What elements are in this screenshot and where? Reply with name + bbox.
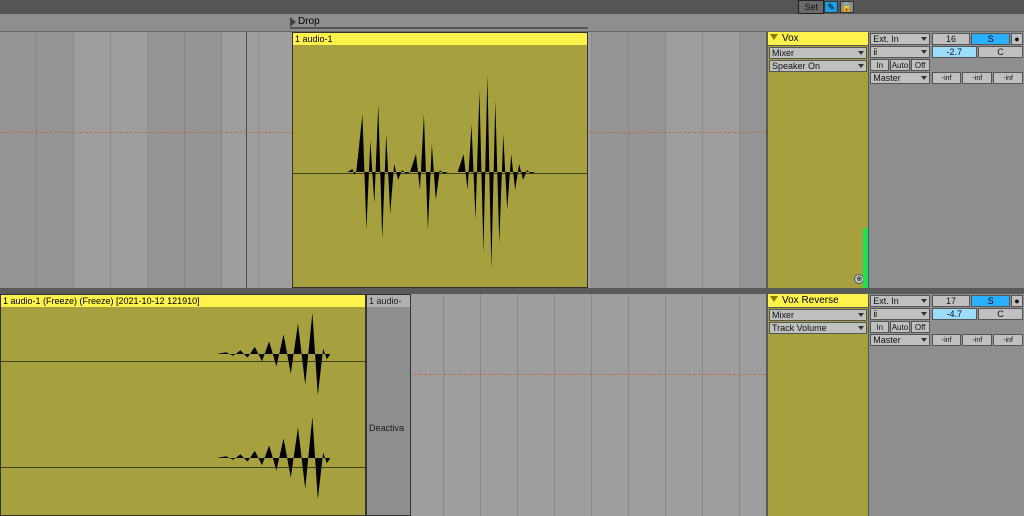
locator-drop[interactable]: Drop (290, 16, 320, 27)
record-arm-button[interactable]: ● (1011, 33, 1023, 45)
solo-button[interactable]: S (971, 295, 1010, 307)
sends-row[interactable]: -inf-inf-inf (932, 334, 1023, 346)
track-title[interactable]: Vox (768, 32, 868, 46)
monitor-dropdown[interactable]: Mixer (769, 309, 867, 321)
track-name: Vox Reverse (782, 295, 839, 306)
solo-button[interactable]: S (971, 33, 1010, 45)
monitor-toggle[interactable]: InAutoOff (870, 59, 930, 71)
locator-label: Drop (298, 16, 320, 27)
track-panel-vox-reverse: Vox Reverse Mixer Track Volume Ext. In ⅱ… (766, 294, 1024, 516)
locator-flag-icon (290, 17, 296, 27)
clip-header[interactable]: 1 audio- (367, 295, 410, 307)
set-button[interactable]: Set (798, 0, 824, 14)
automation-dropdown[interactable]: Speaker On (769, 60, 867, 72)
arrangement-lane-vox[interactable]: 1 audio-1 (0, 32, 766, 288)
track-name: Vox (782, 33, 799, 44)
app-toolbar: Set ✎ 🔒 (0, 0, 1024, 14)
pan-value[interactable]: C (978, 46, 1023, 58)
monitor-toggle[interactable]: InAutoOff (870, 321, 930, 333)
track-number: 17 (932, 295, 971, 307)
locator-bar[interactable]: Drop (0, 14, 1024, 32)
pan-value[interactable]: C (978, 308, 1023, 320)
output-dropdown[interactable]: Master (870, 334, 930, 346)
clip-header[interactable]: 1 audio-1 (Freeze) (Freeze) [2021-10-12 … (1, 295, 365, 307)
fold-track-icon[interactable] (770, 296, 778, 302)
volume-value[interactable]: -2.7 (932, 46, 977, 58)
clip-vox[interactable]: 1 audio-1 (292, 32, 588, 288)
waveform-right-icon (1, 413, 330, 503)
track-number: 16 (932, 33, 971, 45)
track-title[interactable]: Vox Reverse (768, 294, 868, 308)
deactivated-label: Deactiva (369, 423, 404, 433)
volume-value[interactable]: -4.7 (932, 308, 977, 320)
sends-row[interactable]: -inf-inf-inf (932, 72, 1023, 84)
clip-freeze[interactable]: 1 audio-1 (Freeze) (Freeze) [2021-10-12 … (0, 294, 366, 516)
record-arm-button[interactable]: ● (1011, 295, 1023, 307)
waveform-left-icon (1, 309, 330, 399)
input-type-dropdown[interactable]: Ext. In (870, 33, 930, 45)
clip-deactivated[interactable]: 1 audio- Deactiva (366, 294, 411, 516)
input-channel-dropdown[interactable]: ⅱ (870, 46, 930, 58)
playhead (246, 32, 247, 288)
clip-header[interactable]: 1 audio-1 (293, 33, 587, 45)
arrangement-lane-vox-reverse[interactable]: 1 audio-1 (Freeze) (Freeze) [2021-10-12 … (0, 294, 766, 516)
lock-icon[interactable]: 🔒 (840, 1, 854, 13)
level-meter (863, 228, 868, 288)
automation-dropdown[interactable]: Track Volume (769, 322, 867, 334)
waveform-icon (293, 45, 587, 287)
fold-track-icon[interactable] (770, 34, 778, 40)
track-panel-vox: Vox Mixer Speaker On ⊕ Ext. In ⅱ InAutoO… (766, 32, 1024, 288)
input-type-dropdown[interactable]: Ext. In (870, 295, 930, 307)
input-channel-dropdown[interactable]: ⅱ (870, 308, 930, 320)
monitor-dropdown[interactable]: Mixer (769, 47, 867, 59)
output-dropdown[interactable]: Master (870, 72, 930, 84)
draw-mode-icon[interactable]: ✎ (824, 1, 838, 13)
